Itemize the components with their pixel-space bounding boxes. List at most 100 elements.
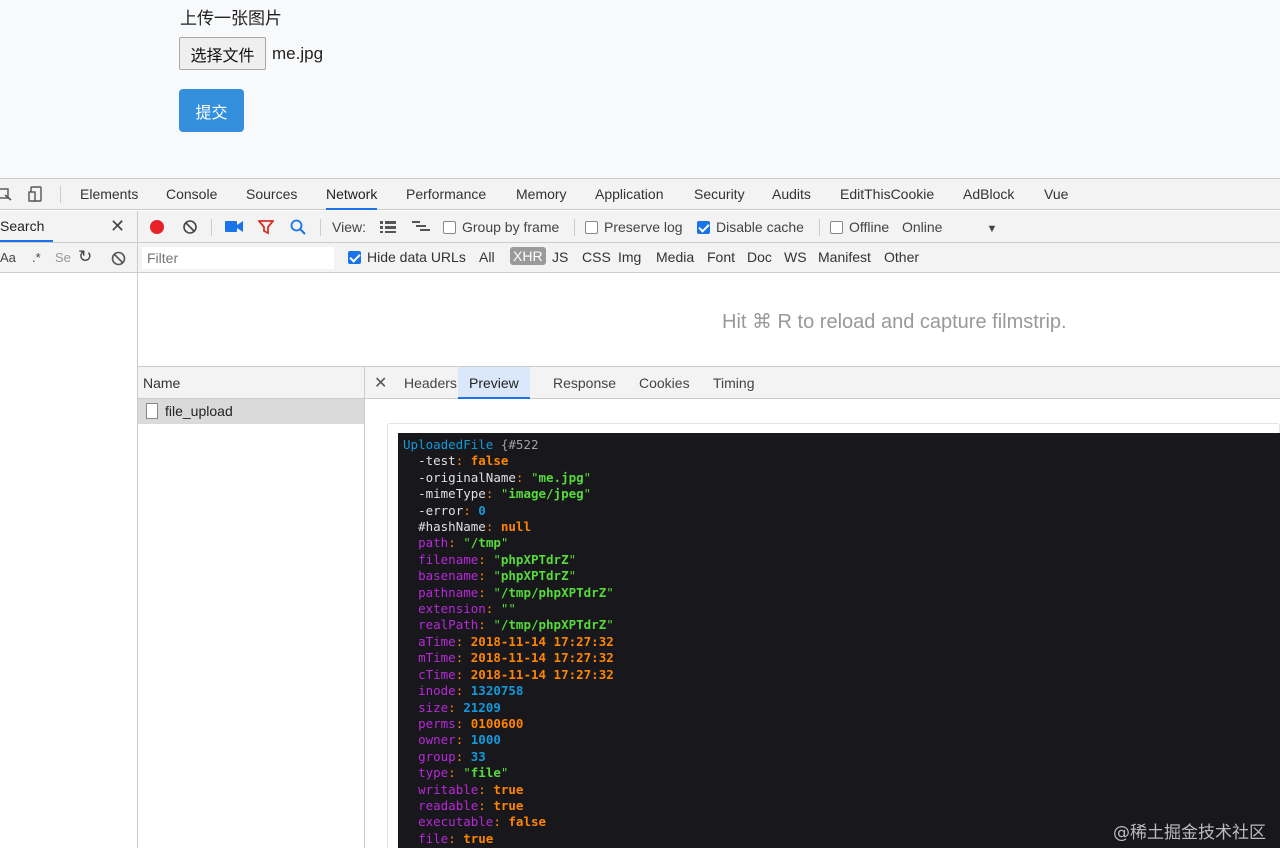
hide-data-urls-checkbox[interactable]: Hide data URLs	[348, 249, 466, 265]
tab-application[interactable]: Application	[595, 179, 664, 210]
filter-type-xhr[interactable]: XHR	[510, 247, 546, 265]
search-options-row: Aa .* Se ↻	[0, 243, 137, 273]
document-icon	[146, 403, 158, 419]
filter-type-font[interactable]: Font	[707, 249, 735, 265]
dump-property-readable: readable: true	[418, 797, 524, 813]
filter-type-css[interactable]: CSS	[582, 249, 611, 265]
dump-property-path: path: "/tmp"	[418, 535, 509, 551]
filmstrip-message: Hit ⌘ R to reload and capture filmstrip.	[722, 311, 1067, 333]
search-input[interactable]: Se	[55, 250, 71, 265]
filter-type-ws[interactable]: WS	[784, 249, 807, 265]
dump-property-inode: inode: 1320758	[418, 683, 524, 699]
tab-elements[interactable]: Elements	[80, 179, 138, 210]
var-dump-output: UploadedFile {#522 -test: false -origina…	[398, 433, 1280, 848]
dump-property-group: group: 33	[418, 748, 486, 764]
group-by-frame-checkbox[interactable]: Group by frame	[443, 219, 559, 235]
tab-console[interactable]: Console	[166, 179, 217, 210]
offline-checkbox[interactable]: Offline	[830, 219, 889, 235]
dump-property-originalname: -originalName: "me.jpg"	[418, 469, 592, 485]
watermark: @稀土掘金技术社区	[1113, 823, 1266, 843]
throttling-select[interactable]: Online ▼	[902, 219, 997, 235]
dump-property-mtime: mTime: 2018-11-14 17:27:32	[418, 650, 614, 666]
request-list: Name file_upload	[138, 367, 365, 848]
devtools-tabbar: Elements Console Sources Network Performance…	[0, 179, 1280, 210]
dump-property-basename: basename: "phpXPTdrZ"	[418, 568, 577, 584]
refresh-icon[interactable]: ↻	[78, 247, 92, 267]
dropdown-arrow-icon: ▼	[986, 223, 998, 235]
close-icon[interactable]: ✕	[110, 216, 125, 237]
filter-icon[interactable]	[258, 219, 274, 235]
toolbar-separator	[211, 219, 212, 236]
search-panel: Search ✕ Aa .* Se ↻	[0, 211, 138, 848]
inspect-element-icon[interactable]	[0, 186, 12, 202]
match-case-toggle[interactable]: Aa	[0, 250, 16, 265]
detail-tab-preview[interactable]: Preview	[458, 367, 530, 399]
dump-property-hashname: #hashName: null	[418, 519, 531, 535]
dump-class-line: UploadedFile {#522	[403, 437, 539, 452]
toolbar-separator	[320, 219, 321, 236]
dump-property-ctime: cTime: 2018-11-14 17:27:32	[418, 666, 614, 682]
filter-type-media[interactable]: Media	[656, 249, 694, 265]
toolbar-separator	[819, 219, 820, 236]
detail-tab-cookies[interactable]: Cookies	[639, 367, 690, 399]
request-detail-panel: ✕ Headers Preview Response Cookies Timing Up…	[365, 367, 1280, 848]
dump-property-type: type: "file"	[418, 765, 509, 781]
tab-editthiscookie[interactable]: EditThisCookie	[840, 179, 934, 210]
dump-property-mimetype: -mimeType: "image/jpeg"	[418, 486, 592, 502]
tab-memory[interactable]: Memory	[516, 179, 567, 210]
search-icon[interactable]	[290, 219, 306, 235]
submit-button[interactable]: 提交	[179, 89, 244, 132]
search-header: Search ✕	[0, 211, 137, 243]
tab-sources[interactable]: Sources	[246, 179, 297, 210]
name-column-header[interactable]: Name	[138, 367, 364, 399]
disable-cache-checkbox[interactable]: Disable cache	[697, 219, 804, 235]
dump-property-atime: aTime: 2018-11-14 17:27:32	[418, 633, 614, 649]
devtools-panel: Elements Console Sources Network Performance…	[0, 178, 1280, 848]
dump-property-owner: owner: 1000	[418, 732, 501, 748]
tab-adblock[interactable]: AdBlock	[963, 179, 1014, 210]
device-toolbar-icon[interactable]	[28, 186, 44, 202]
tab-performance[interactable]: Performance	[406, 179, 486, 210]
overview-icon[interactable]	[412, 221, 430, 233]
filter-type-doc[interactable]: Doc	[747, 249, 772, 265]
filmstrip-area: Hit ⌘ R to reload and capture filmstrip.	[138, 273, 1280, 367]
dump-property-pathname: pathname: "/tmp/phpXPTdrZ"	[418, 584, 614, 600]
close-icon[interactable]: ✕	[374, 373, 387, 393]
record-icon[interactable]	[149, 219, 165, 235]
dump-property-filename: filename: "phpXPTdrZ"	[418, 551, 577, 567]
preserve-log-checkbox[interactable]: Preserve log	[585, 219, 683, 235]
dump-property-error: -error: 0	[418, 502, 486, 518]
tab-audits[interactable]: Audits	[772, 179, 811, 210]
dump-property-size: size: 21209	[418, 699, 501, 715]
filter-type-all[interactable]: All	[479, 249, 495, 265]
choose-file-button[interactable]: 选择文件	[179, 37, 266, 70]
search-tab[interactable]: Search	[0, 218, 44, 234]
filter-type-img[interactable]: Img	[618, 249, 641, 265]
dump-property-extension: extension: ""	[418, 601, 516, 617]
dump-property-realpath: realPath: "/tmp/phpXPTdrZ"	[418, 617, 614, 633]
detail-tab-response[interactable]: Response	[553, 367, 616, 399]
clear-log-icon[interactable]	[182, 219, 198, 235]
tab-vue[interactable]: Vue	[1044, 179, 1068, 210]
page-area: 上传一张图片 选择文件 me.jpg 提交	[0, 0, 1280, 178]
search-tab-underline	[0, 240, 53, 242]
filter-type-js[interactable]: JS	[552, 249, 568, 265]
large-rows-icon[interactable]	[380, 221, 396, 233]
selected-file-name: me.jpg	[272, 44, 324, 63]
detail-tab-timing[interactable]: Timing	[713, 367, 755, 399]
filter-type-other[interactable]: Other	[884, 249, 919, 265]
toolbar-separator	[574, 219, 575, 236]
filter-type-manifest[interactable]: Manifest	[818, 249, 871, 265]
request-row[interactable]: file_upload	[138, 399, 364, 424]
detail-tab-headers[interactable]: Headers	[404, 367, 457, 399]
tab-network[interactable]: Network	[326, 179, 378, 210]
filter-input[interactable]	[142, 247, 334, 269]
regex-toggle[interactable]: .*	[32, 250, 41, 265]
filter-bar: Hide data URLs All XHR JS CSS Img Media Font Do…	[138, 243, 1280, 273]
tabbar-separator	[60, 186, 61, 203]
screenshot-camera-icon[interactable]	[225, 220, 243, 233]
clear-icon[interactable]	[111, 251, 126, 266]
page-title: 上传一张图片	[180, 9, 282, 29]
dump-property-writable: writable: true	[418, 781, 524, 797]
tab-security[interactable]: Security	[694, 179, 745, 210]
